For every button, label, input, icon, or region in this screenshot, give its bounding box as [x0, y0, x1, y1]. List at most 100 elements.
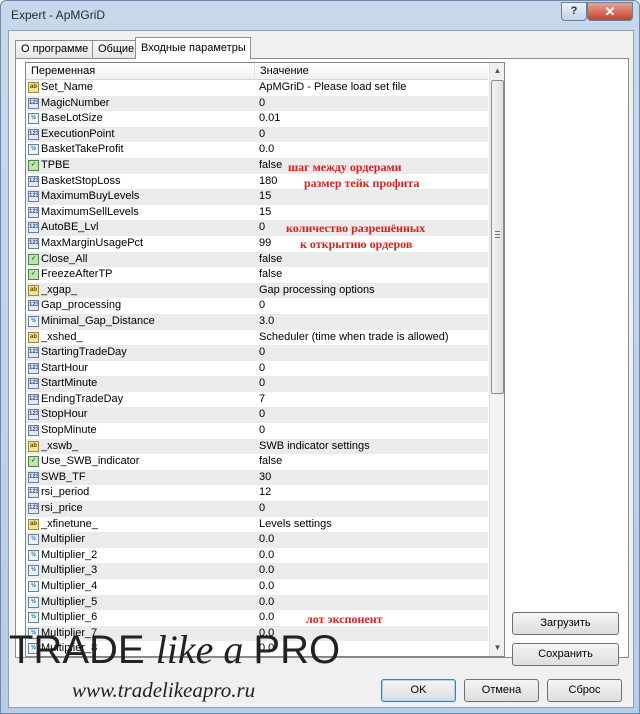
parameter-value[interactable]: 0 — [259, 345, 488, 361]
title-bar[interactable]: Expert - ApMGriD ? ✕ — [1, 1, 639, 29]
integer-icon: 123 — [28, 471, 39, 483]
reset-button[interactable]: Сброс — [547, 679, 622, 702]
vertical-scrollbar[interactable]: ▲ ▼ — [489, 63, 504, 656]
parameter-value[interactable]: 0.0 — [259, 548, 488, 564]
parameter-value[interactable]: 0.0 — [259, 563, 488, 579]
load-button[interactable]: Загрузить — [512, 612, 619, 635]
parameter-value[interactable]: false — [259, 267, 488, 283]
table-row[interactable]: ab _xshed_ Scheduler (time when trade is a… — [26, 330, 488, 346]
table-row[interactable]: 123 rsi_period 12 — [26, 485, 488, 501]
parameter-name: ExecutionPoint — [41, 127, 115, 140]
table-row[interactable]: ½ Multiplier 0.0 — [26, 532, 488, 548]
parameter-value[interactable]: ApMGriD - Please load set file — [259, 80, 488, 96]
parameter-value[interactable]: false — [259, 454, 488, 470]
parameter-value[interactable]: 0.0 — [259, 142, 488, 158]
table-row[interactable]: ab Set_Name ApMGriD - Please load set file — [26, 80, 488, 96]
table-row[interactable]: 123 StopMinute 0 — [26, 423, 488, 439]
string-icon: ab — [28, 331, 39, 343]
table-row[interactable]: ½ Multiplier_3 0.0 — [26, 563, 488, 579]
inputs-panel: Переменная Значение ab Set_Name ApMGriD - … — [15, 58, 629, 658]
parameter-name: rsi_period — [41, 486, 90, 499]
scroll-up-icon[interactable]: ▲ — [490, 63, 504, 79]
parameter-name: _xfinetune_ — [41, 517, 98, 530]
table-row[interactable]: 123 Gap_processing 0 — [26, 298, 488, 314]
table-row[interactable]: ½ Multiplier_6 0.0 — [26, 610, 488, 626]
table-row[interactable]: 123 StartHour 0 — [26, 361, 488, 377]
table-row[interactable]: 123 SWB_TF 30 — [26, 469, 488, 486]
scroll-down-icon[interactable]: ▼ — [490, 640, 504, 656]
parameter-value[interactable]: 0.0 — [259, 532, 488, 548]
annotation-levels-1: количество разрешённых — [286, 221, 426, 235]
table-row[interactable]: 123 ExecutionPoint 0 — [26, 126, 488, 143]
table-row[interactable]: ab _xswb_ SWB indicator settings — [26, 438, 488, 455]
double-icon: ½ — [28, 612, 39, 624]
parameter-value[interactable]: 7 — [259, 392, 488, 408]
integer-icon: 123 — [28, 409, 39, 421]
table-row[interactable]: ab _xgap_ Gap processing options — [26, 282, 488, 299]
table-row[interactable]: 123 MagicNumber 0 — [26, 95, 488, 112]
parameter-name: Multiplier_2 — [41, 548, 98, 561]
table-row[interactable]: 123 EndingTradeDay 7 — [26, 392, 488, 408]
table-row[interactable]: 123 StartingTradeDay 0 — [26, 345, 488, 361]
column-header-variable[interactable]: Переменная — [26, 63, 255, 80]
ok-button[interactable]: OK — [381, 679, 456, 702]
parameter-name: StartHour — [41, 361, 89, 374]
parameter-value[interactable]: 15 — [259, 205, 488, 221]
column-header-value[interactable]: Значение — [255, 63, 488, 80]
table-row[interactable]: 123 StopHour 0 — [26, 407, 488, 424]
parameter-value[interactable]: Levels settings — [259, 517, 488, 533]
parameter-value[interactable]: Gap processing options — [259, 283, 488, 299]
parameter-value[interactable]: 12 — [259, 485, 488, 501]
parameter-value[interactable]: 0.01 — [259, 111, 488, 127]
table-row[interactable]: ab _xfinetune_ Levels settings — [26, 517, 488, 533]
parameter-value[interactable]: 0.0 — [259, 595, 488, 611]
parameter-value[interactable]: 0 — [259, 376, 488, 392]
parameter-value[interactable]: false — [259, 252, 488, 268]
parameter-value[interactable]: 3.0 — [259, 314, 488, 330]
parameter-name: Close_All — [41, 252, 88, 265]
table-row[interactable]: 123 MaxMarginUsagePct 99 — [26, 236, 488, 252]
parameter-value[interactable]: 0 — [259, 96, 488, 112]
double-icon: ½ — [28, 144, 39, 156]
table-row[interactable]: ✓ Close_All false — [26, 251, 488, 268]
table-row[interactable]: 123 MaximumBuyLevels 15 — [26, 189, 488, 205]
table-row[interactable]: 123 StartMinute 0 — [26, 376, 488, 392]
close-button[interactable]: ✕ — [587, 2, 633, 21]
table-row[interactable]: ✓ FreezeAfterTP false — [26, 267, 488, 283]
dialog-body: О программе Общие Входные параметры Пере… — [8, 30, 634, 708]
table-row[interactable]: ½ Multiplier_4 0.0 — [26, 579, 488, 595]
double-icon: ½ — [28, 565, 39, 577]
tab-about[interactable]: О программе — [15, 40, 93, 58]
parameter-value[interactable]: 0 — [259, 298, 488, 314]
parameter-value[interactable]: 0 — [259, 501, 488, 517]
parameter-value[interactable]: 0 — [259, 361, 488, 377]
tab-common[interactable]: Общие — [92, 40, 136, 58]
parameter-value[interactable]: 0 — [259, 127, 488, 143]
parameter-value[interactable]: SWB indicator settings — [259, 439, 488, 455]
save-button[interactable]: Сохранить — [512, 643, 619, 666]
help-button[interactable]: ? — [561, 2, 587, 21]
table-row[interactable]: 123 MaximumSellLevels 15 — [26, 205, 488, 221]
table-row[interactable]: ½ Minimal_Gap_Distance 3.0 — [26, 313, 488, 330]
parameter-value[interactable]: 0 — [259, 407, 488, 423]
table-row[interactable]: 123 rsi_price 0 — [26, 501, 488, 517]
parameter-value[interactable]: 15 — [259, 189, 488, 205]
parameter-value[interactable]: 0 — [259, 423, 488, 439]
parameter-value[interactable]: 0.0 — [259, 579, 488, 595]
table-row[interactable]: ½ BasketTakeProfit 0.0 — [26, 142, 488, 158]
parameter-name: BasketTakeProfit — [41, 143, 124, 156]
parameter-value[interactable]: 30 — [259, 470, 488, 486]
table-row[interactable]: ½ BaseLotSize 0.01 — [26, 111, 488, 127]
parameter-name: MaximumBuyLevels — [41, 190, 140, 203]
table-row[interactable]: ✓ Use_SWB_indicator false — [26, 454, 488, 470]
tab-inputs[interactable]: Входные параметры — [135, 37, 251, 59]
parameter-name: MaximumSellLevels — [41, 205, 139, 218]
parameter-name: StartMinute — [41, 377, 98, 390]
cancel-button[interactable]: Отмена — [464, 679, 539, 702]
table-row[interactable]: ½ Multiplier_5 0.0 — [26, 594, 488, 611]
table-row[interactable]: ½ Multiplier_2 0.0 — [26, 548, 488, 564]
annotation-lot-exp: лот экспонент — [306, 612, 383, 626]
parameter-value[interactable]: Scheduler (time when trade is allowed) — [259, 330, 488, 346]
table-row[interactable]: ✓ TPBE false — [26, 157, 488, 174]
scroll-thumb[interactable] — [491, 80, 504, 394]
